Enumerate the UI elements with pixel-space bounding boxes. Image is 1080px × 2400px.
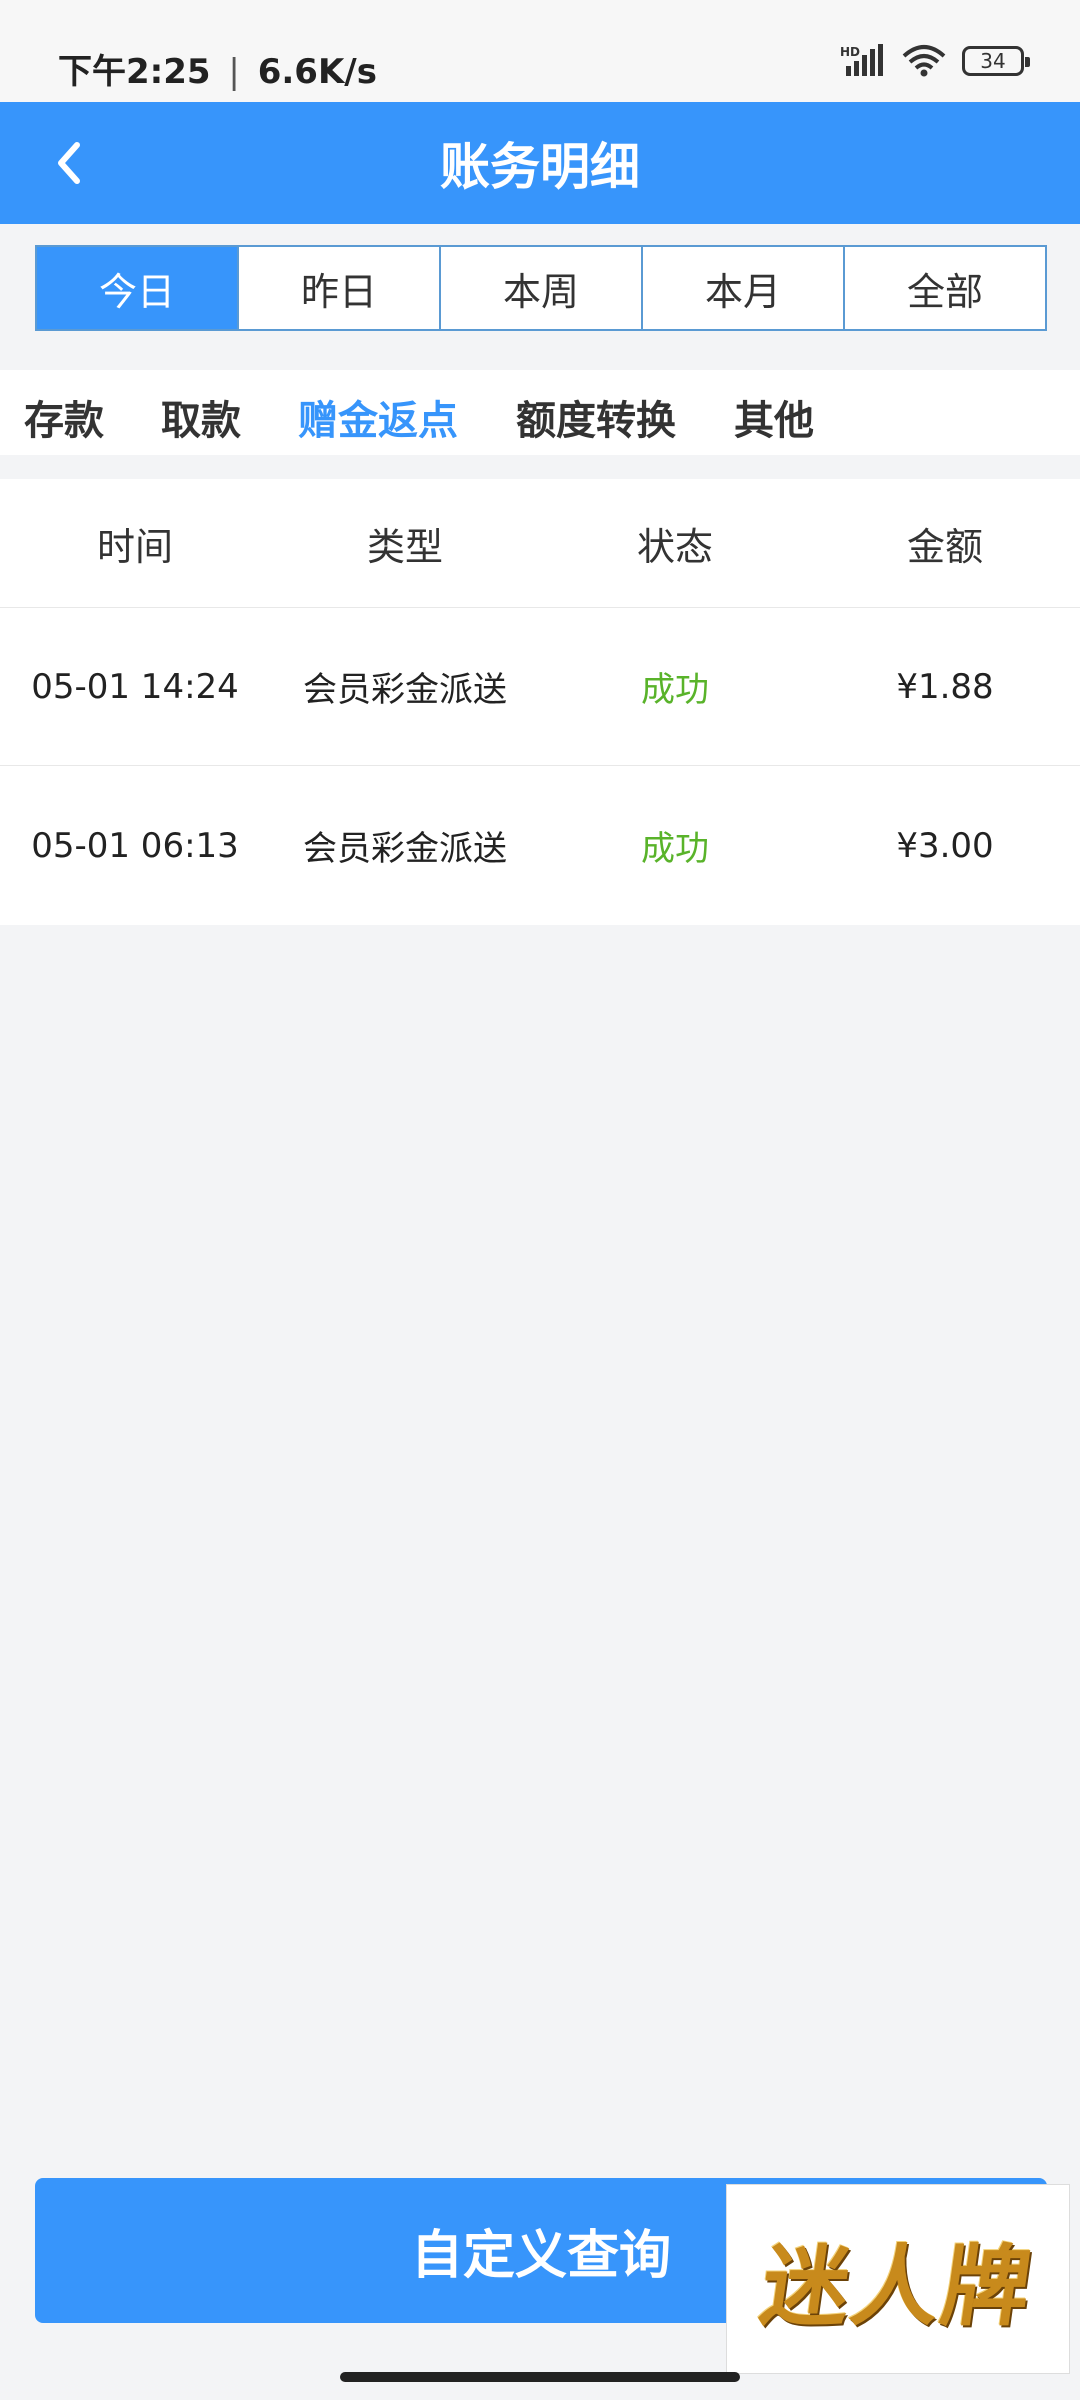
battery-icon: 34 [962, 46, 1030, 76]
column-header-amount: 金额 [906, 524, 983, 569]
home-indicator[interactable] [340, 2372, 740, 2382]
column-header-status: 状态 [636, 524, 713, 569]
cell-type: 会员彩金派送 [303, 829, 507, 869]
tab-deposit[interactable]: 存款 [24, 388, 104, 446]
cell-time: 05-01 06:13 [31, 825, 239, 866]
cell-time: 05-01 14:24 [31, 666, 239, 707]
column-header-type: 类型 [366, 524, 443, 569]
table-row[interactable]: 05-01 06:13 会员彩金派送 成功 ¥3.00 [0, 766, 1080, 925]
tab-other[interactable]: 其他 [734, 388, 814, 446]
category-tabs: 存款 取款 赠金返点 额度转换 其他 [0, 370, 1080, 455]
date-filter-this-week[interactable]: 本周 [441, 247, 643, 329]
cell-amount: ¥3.00 [896, 825, 994, 866]
watermark-logo: 迷人牌 [726, 2184, 1070, 2374]
transactions-table: 时间 类型 状态 金额 05-01 14:24 会员彩金派送 成功 ¥1.88 … [0, 479, 1080, 925]
app-header: 账务明细 [0, 102, 1080, 224]
status-separator: | [228, 52, 240, 92]
date-filter-all[interactable]: 全部 [845, 247, 1045, 329]
status-bar: 下午2:25 | 6.6K/s HD 34 [0, 0, 1080, 102]
table-row[interactable]: 05-01 14:24 会员彩金派送 成功 ¥1.88 [0, 608, 1080, 766]
page-title: 账务明细 [440, 138, 640, 196]
column-header-time: 时间 [96, 524, 173, 569]
status-icons: HD 34 [840, 44, 1030, 78]
network-speed: 6.6K/s [257, 52, 377, 92]
cell-amount: ¥1.88 [896, 666, 994, 707]
clock: 下午2:25 [58, 52, 211, 92]
tab-quota-transfer[interactable]: 额度转换 [516, 388, 676, 446]
hd-signal-icon: HD [840, 44, 883, 76]
tab-bonus-rebate[interactable]: 赠金返点 [298, 388, 458, 446]
status-time-group: 下午2:25 | 6.6K/s [58, 44, 377, 93]
date-filter-today[interactable]: 今日 [37, 247, 239, 329]
date-filter-yesterday[interactable]: 昨日 [239, 247, 441, 329]
date-filter: 今日 昨日 本周 本月 全部 [35, 245, 1047, 331]
date-filter-this-month[interactable]: 本月 [643, 247, 845, 329]
cell-type: 会员彩金派送 [303, 670, 507, 710]
tab-withdraw[interactable]: 取款 [161, 388, 241, 446]
cell-status: 成功 [641, 670, 709, 710]
cell-status: 成功 [641, 829, 709, 869]
svg-text:HD: HD [840, 45, 860, 59]
wifi-icon [902, 45, 946, 77]
watermark-text: 迷人牌 [754, 2233, 1040, 2338]
battery-level: 34 [980, 49, 1006, 73]
table-header-row: 时间 类型 状态 金额 [0, 479, 1080, 608]
